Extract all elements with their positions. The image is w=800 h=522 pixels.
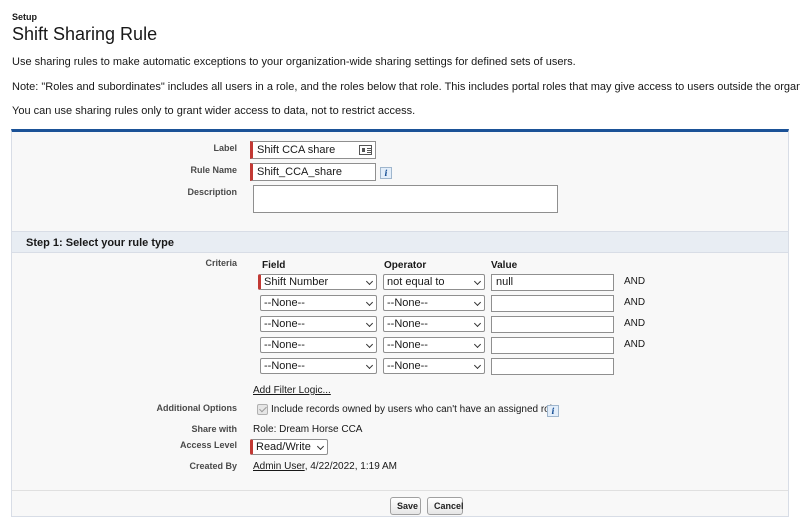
criteria-field-select-4[interactable]: --None-- <box>260 337 377 353</box>
additional-options-info-icon[interactable]: i <box>547 405 559 417</box>
label-field-label: Label <box>213 143 237 153</box>
add-filter-logic-link[interactable]: Add Filter Logic... <box>253 385 331 396</box>
criteria-operator-select-4[interactable]: --None-- <box>383 337 485 353</box>
operator-column-header: Operator <box>384 260 427 271</box>
cancel-button[interactable]: Cancel <box>427 497 464 515</box>
access-level-label: Access Level <box>179 440 237 450</box>
criteria-conjunction-2: AND <box>624 297 646 308</box>
sharing-rule-form: Label Shift CCA share Rule Name Shift_CC… <box>11 129 789 517</box>
criteria-field-select-5[interactable]: --None-- <box>260 358 377 374</box>
chevron-down-icon <box>473 340 482 349</box>
access-level-value: Read/Write <box>256 441 311 453</box>
criteria-conjunction-1: AND <box>624 276 646 287</box>
share-with-value: Role: Dream Horse CCA <box>253 424 363 435</box>
criteria-value-input-3[interactable] <box>491 316 614 333</box>
criteria-operator-select-3[interactable]: --None-- <box>383 316 485 332</box>
criteria-field-select-1-value: Shift Number <box>264 276 329 288</box>
chevron-down-icon <box>473 277 482 286</box>
criteria-field-select-3[interactable]: --None-- <box>260 316 377 332</box>
criteria-value-input-5[interactable] <box>491 358 614 375</box>
criteria-operator-select-2[interactable]: --None-- <box>383 295 485 311</box>
rule-name-info-icon[interactable]: i <box>380 167 392 179</box>
intro-text-2: Note: "Roles and subordinates" includes … <box>12 81 800 93</box>
chevron-down-icon <box>365 340 374 349</box>
chevron-down-icon <box>473 361 482 370</box>
created-by-value: Admin User, 4/22/2022, 1:19 AM <box>253 461 397 472</box>
page-title: Shift Sharing Rule <box>12 24 158 44</box>
chevron-down-icon <box>473 298 482 307</box>
intro-text-3: You can use sharing rules only to grant … <box>12 105 416 117</box>
step1-title: Step 1: Select your rule type <box>26 237 174 249</box>
created-by-label: Created By <box>189 461 237 471</box>
criteria-conjunction-3: AND <box>624 318 646 329</box>
criteria-operator-select-2-value: --None-- <box>387 297 428 309</box>
include-unassigned-role-text: Include records owned by users who can't… <box>271 404 558 415</box>
criteria-value-input-4[interactable] <box>491 337 614 354</box>
criteria-operator-select-5-value: --None-- <box>387 360 428 372</box>
criteria-value-input-1[interactable]: null <box>491 274 614 291</box>
page-header: Setup Shift Sharing Rule <box>12 12 157 45</box>
criteria-label: Criteria <box>205 258 237 268</box>
rule-name-input[interactable]: Shift_CCA_share <box>250 163 376 181</box>
criteria-operator-select-1-value: not equal to <box>387 276 445 288</box>
label-input[interactable]: Shift CCA share <box>250 141 376 159</box>
contact-card-icon <box>359 145 372 155</box>
criteria-operator-select-5[interactable]: --None-- <box>383 358 485 374</box>
value-column-header: Value <box>491 260 518 271</box>
chevron-down-icon <box>365 361 374 370</box>
chevron-down-icon <box>365 319 374 328</box>
intro-text-1: Use sharing rules to make automatic exce… <box>12 56 576 68</box>
chevron-down-icon <box>365 298 374 307</box>
criteria-operator-select-4-value: --None-- <box>387 339 428 351</box>
step1-section-bar: Step 1: Select your rule type <box>12 231 788 253</box>
description-textarea[interactable] <box>253 185 558 213</box>
criteria-field-select-1[interactable]: Shift Number <box>258 274 377 290</box>
chevron-down-icon <box>473 319 482 328</box>
access-level-select[interactable]: Read/Write <box>250 439 328 455</box>
description-label: Description <box>187 187 237 197</box>
footer-divider <box>12 490 788 491</box>
criteria-field-select-2[interactable]: --None-- <box>260 295 377 311</box>
save-button[interactable]: Save <box>390 497 421 515</box>
criteria-field-select-3-value: --None-- <box>264 318 305 330</box>
criteria-field-select-5-value: --None-- <box>264 360 305 372</box>
chevron-down-icon <box>365 277 374 286</box>
created-by-user-link[interactable]: Admin User <box>253 461 305 472</box>
include-unassigned-role-checkbox[interactable] <box>257 404 268 415</box>
criteria-field-select-2-value: --None-- <box>264 297 305 309</box>
setup-label: Setup <box>12 12 38 22</box>
criteria-field-select-4-value: --None-- <box>264 339 305 351</box>
field-column-header: Field <box>262 260 286 271</box>
chevron-down-icon <box>316 442 325 451</box>
criteria-value-input-2[interactable] <box>491 295 614 312</box>
rule-name-label: Rule Name <box>190 165 237 175</box>
created-by-date: , 4/22/2022, 1:19 AM <box>304 461 397 472</box>
additional-options-label: Additional Options <box>156 403 238 413</box>
criteria-operator-select-1[interactable]: not equal to <box>383 274 485 290</box>
criteria-conjunction-4: AND <box>624 339 646 350</box>
criteria-operator-select-3-value: --None-- <box>387 318 428 330</box>
share-with-label: Share with <box>191 424 237 434</box>
